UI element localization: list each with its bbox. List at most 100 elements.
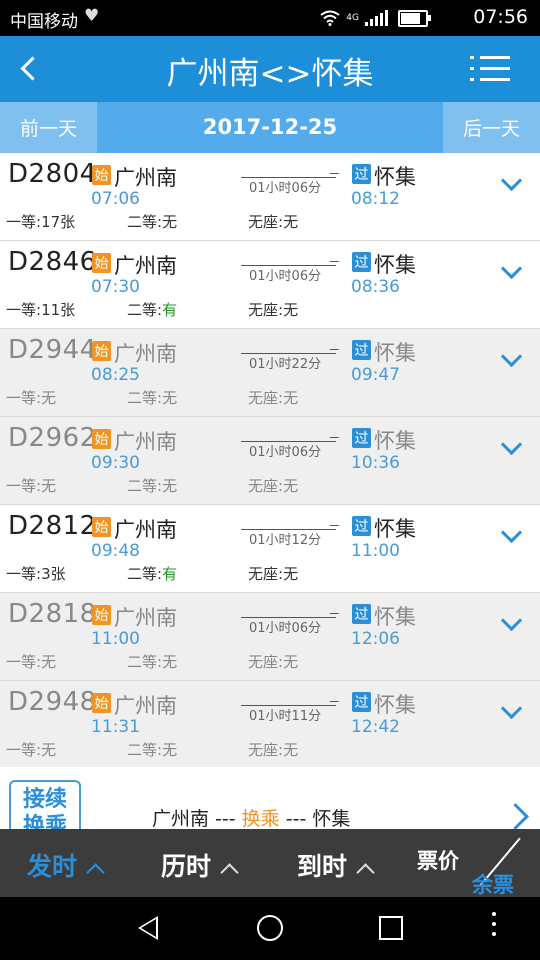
to-station: 怀集 xyxy=(374,693,416,717)
from-station: 广州南 xyxy=(114,166,177,190)
train-row[interactable]: D2944 始广州南 08:25 01小时22分过怀集 09:47 一等:无 二等:无 无座:… xyxy=(0,329,540,417)
chevron-down-icon[interactable] xyxy=(498,701,526,723)
chevron-down-icon[interactable] xyxy=(498,437,526,459)
chevron-down-icon[interactable] xyxy=(498,613,526,635)
date-bar: 前一天 2017-12-25 后一天 xyxy=(0,102,540,153)
sort-by-duration-button[interactable]: 历时 xyxy=(161,847,239,883)
price-remaining-toggle[interactable]: 票价 余票 xyxy=(417,835,527,897)
to-station: 怀集 xyxy=(374,605,416,629)
departure-time: 07:30 xyxy=(91,277,140,297)
start-station-badge: 始 xyxy=(92,605,111,625)
from-station: 广州南 xyxy=(114,430,177,454)
train-row[interactable]: D2962 始广州南 09:30 01小时06分过怀集 10:36 一等:无 二等:无 无座:… xyxy=(0,417,540,505)
chevron-down-icon[interactable] xyxy=(498,173,526,195)
selected-date[interactable]: 2017-12-25 xyxy=(97,115,443,139)
pass-station-badge: 过 xyxy=(352,340,371,360)
seat-label: 二等: xyxy=(127,301,163,319)
nav-home-icon[interactable] xyxy=(257,915,283,941)
chevron-down-icon[interactable] xyxy=(498,525,526,547)
from-station: 广州南 xyxy=(114,606,177,630)
seat-value: 3张 xyxy=(41,565,66,583)
sort-up-icon xyxy=(356,863,375,882)
trip-duration: 01小时06分 xyxy=(249,621,322,636)
trip-duration: 01小时06分 xyxy=(249,269,322,284)
train-row[interactable]: D2948 始广州南 11:31 01小时11分过怀集 12:42 一等:无 二等:无 无座:… xyxy=(0,681,540,769)
trip-duration: 01小时06分 xyxy=(249,181,322,196)
chevron-right-icon[interactable] xyxy=(506,801,526,829)
sort-up-icon xyxy=(220,863,239,882)
train-code: D2962 xyxy=(8,423,97,453)
first-class-seats: 一等:无 xyxy=(6,651,56,672)
second-class-seats: 二等:有 xyxy=(127,563,177,584)
seat-label: 一等: xyxy=(6,741,42,759)
chevron-down-icon[interactable] xyxy=(498,349,526,371)
sort-by-depart-button[interactable]: 发时 xyxy=(27,847,105,883)
chevron-down-icon[interactable] xyxy=(498,261,526,283)
transfer-row[interactable]: 接续 换乘 广州南 --- 换乘 --- 怀集 xyxy=(0,767,540,829)
pass-station-badge: 过 xyxy=(352,604,371,624)
sort-arrive-label: 到时 xyxy=(297,852,348,881)
prev-day-button[interactable]: 前一天 xyxy=(0,102,97,153)
start-station-badge: 始 xyxy=(92,517,111,537)
seat-value: 17张 xyxy=(41,213,76,231)
no-seat-tickets: 无座:无 xyxy=(248,739,298,760)
pass-station-badge: 过 xyxy=(352,164,371,184)
seat-value: 无 xyxy=(283,389,299,407)
no-seat-tickets: 无座:无 xyxy=(248,563,298,584)
pass-station-badge: 过 xyxy=(352,252,371,272)
seat-label: 无座: xyxy=(248,213,284,231)
seat-value: 无 xyxy=(162,741,178,759)
train-row[interactable]: D2818 始广州南 11:00 01小时06分过怀集 12:06 一等:无 二等:无 无座:… xyxy=(0,593,540,681)
next-day-button[interactable]: 后一天 xyxy=(443,102,540,153)
seat-label: 一等: xyxy=(6,565,42,583)
nav-recent-apps-icon[interactable] xyxy=(379,916,403,940)
first-class-seats: 一等:11张 xyxy=(6,299,75,320)
start-station-badge: 始 xyxy=(92,693,111,713)
seat-label: 二等: xyxy=(127,565,163,583)
first-class-seats: 一等:3张 xyxy=(6,563,66,584)
departure-time: 08:25 xyxy=(91,365,140,385)
menu-list-icon[interactable] xyxy=(470,54,510,84)
seat-value: 无 xyxy=(283,741,299,759)
arrival-time: 12:06 xyxy=(351,629,400,649)
seat-label: 二等: xyxy=(127,653,163,671)
nav-back-icon[interactable] xyxy=(138,916,158,940)
to-station: 怀集 xyxy=(374,253,416,277)
no-seat-tickets: 无座:无 xyxy=(248,651,298,672)
train-code: D2804 xyxy=(8,159,97,189)
price-label: 票价 xyxy=(417,849,459,873)
seat-label: 一等: xyxy=(6,213,42,231)
no-seat-tickets: 无座:无 xyxy=(248,299,298,320)
seat-value: 无 xyxy=(41,477,57,495)
seat-value: 无 xyxy=(283,477,299,495)
page-title: 广州南<>怀集 xyxy=(166,56,374,92)
pass-station-badge: 过 xyxy=(352,692,371,712)
train-code: D2846 xyxy=(8,247,97,277)
to-station: 怀集 xyxy=(374,429,416,453)
nav-more-icon[interactable] xyxy=(492,912,496,942)
second-class-seats: 二等:无 xyxy=(127,651,177,672)
seat-value: 有 xyxy=(162,565,178,583)
train-code: D2818 xyxy=(8,599,97,629)
train-row[interactable]: D2846 始广州南 07:30 01小时06分 过怀集 08:36 一等:11张 二等:有 无… xyxy=(0,241,540,329)
second-class-seats: 二等:无 xyxy=(127,739,177,760)
to-station: 怀集 xyxy=(374,517,416,541)
status-icons: 4G xyxy=(320,8,431,28)
transfer-sep-1: --- xyxy=(209,808,242,829)
train-row[interactable]: D2804 始广州南 07:06 01小时06分过怀集 08:12 一等:17张 二等:无无… xyxy=(0,153,540,241)
app-header: 广州南<>怀集 xyxy=(0,36,540,102)
arrival-time: 11:00 xyxy=(351,541,400,561)
seat-value: 无 xyxy=(283,653,299,671)
sort-by-arrive-button[interactable]: 到时 xyxy=(297,847,375,883)
train-row[interactable]: D2812 始广州南 09:48 01小时12分 过怀集 11:00 一等:3张 二等:有 无座… xyxy=(0,505,540,593)
first-class-seats: 一等:无 xyxy=(6,475,56,496)
train-code: D2812 xyxy=(8,511,97,541)
clock: 07:56 xyxy=(473,6,528,28)
train-code: D2948 xyxy=(8,687,97,717)
no-seat-tickets: 无座:无 xyxy=(248,211,298,232)
train-list: D2804 始广州南 07:06 01小时06分过怀集 08:12 一等:17张 二等:无无… xyxy=(0,153,540,769)
transfer-mid: 换乘 xyxy=(241,808,280,829)
departure-time: 09:30 xyxy=(91,453,140,473)
seat-label: 一等: xyxy=(6,301,42,319)
first-class-seats: 一等:无 xyxy=(6,387,56,408)
